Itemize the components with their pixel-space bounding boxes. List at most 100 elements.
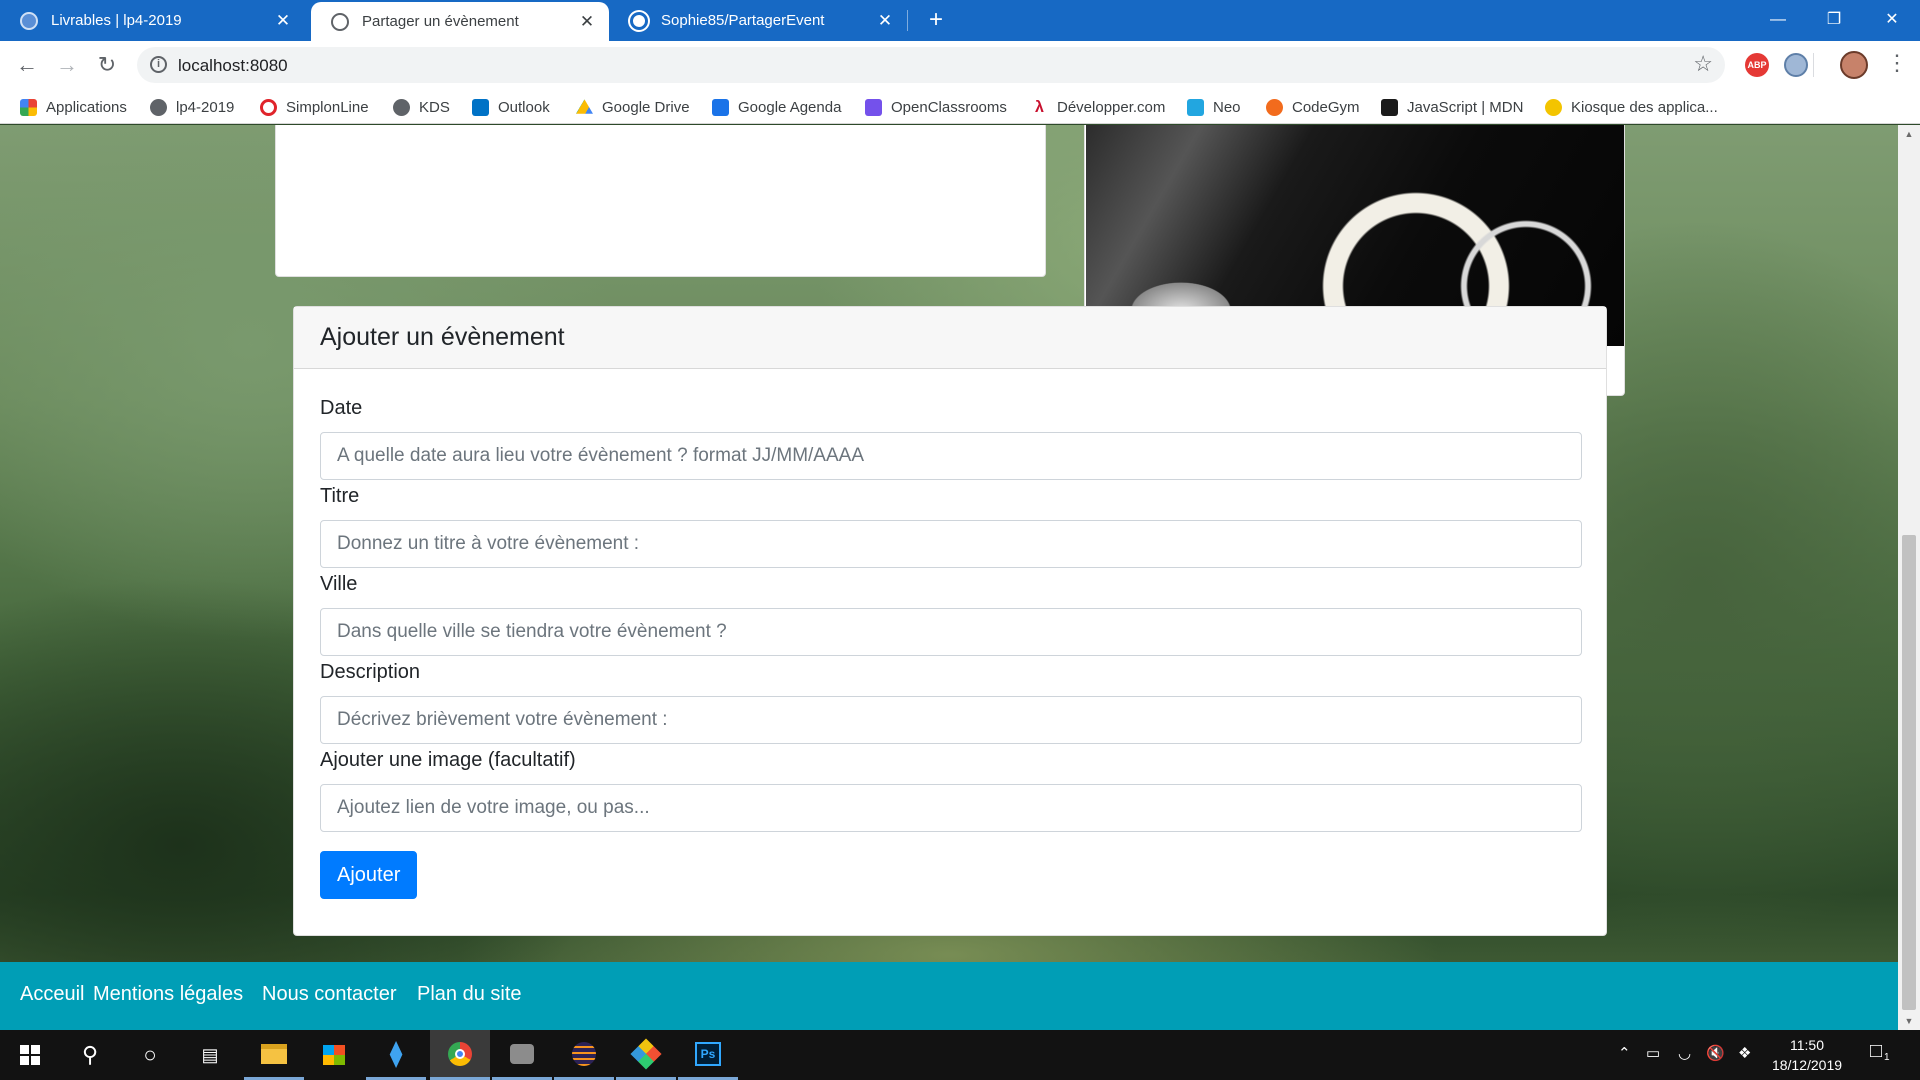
page-scrollbar[interactable]: ▲ ▼	[1898, 125, 1920, 1030]
add-event-button[interactable]: Ajouter	[320, 851, 418, 899]
bookmark-star-icon[interactable]: ☆	[1693, 51, 1713, 77]
extension-icon[interactable]	[1784, 53, 1808, 77]
forward-button[interactable]: →	[52, 50, 82, 80]
close-icon[interactable]: ✕	[875, 11, 895, 31]
git-kraken-icon[interactable]	[616, 1030, 676, 1080]
footer-link-mentions-legales[interactable]: Mentions légales	[93, 983, 243, 1006]
chrome-icon[interactable]	[430, 1030, 490, 1080]
avatar[interactable]	[1840, 51, 1868, 79]
card-title: Ajouter un évènement	[294, 307, 1606, 369]
footer-link-plan-du-site[interactable]: Plan du site	[417, 983, 522, 1006]
bookmark-kiosque[interactable]: Kiosque des applica...	[1545, 96, 1718, 118]
globe-icon	[150, 98, 167, 116]
system-clock[interactable]: 11:50 18/12/2019	[1764, 1035, 1850, 1075]
chevron-up-icon[interactable]: ⌃	[1618, 1044, 1631, 1062]
apps-grid-icon	[20, 98, 37, 116]
volume-muted-icon[interactable]: 🔇	[1706, 1044, 1725, 1062]
tab-label: Livrables | lp4-2019	[51, 12, 182, 29]
bookmark-lp4-2019[interactable]: lp4-2019	[150, 96, 234, 118]
photoshop-icon[interactable]: Ps	[678, 1030, 738, 1080]
city-input[interactable]	[320, 608, 1582, 656]
description-label: Description	[320, 661, 421, 683]
github-icon	[630, 11, 648, 30]
info-icon[interactable]: i	[150, 56, 167, 73]
tab-separator	[907, 10, 908, 31]
image-url-input[interactable]	[320, 784, 1582, 832]
scroll-up-arrow[interactable]: ▲	[1898, 125, 1920, 143]
bookmark-label: Applications	[46, 98, 127, 116]
date-input[interactable]	[320, 432, 1582, 480]
back-button[interactable]: ←	[12, 50, 42, 80]
search-icon[interactable]: ⚲	[60, 1030, 120, 1080]
date-label: Date	[320, 397, 363, 419]
address-bar[interactable]: i localhost:8080 ☆	[137, 47, 1725, 83]
kiosque-icon	[1545, 98, 1562, 116]
bookmark-applications[interactable]: Applications	[20, 96, 127, 118]
bookmark-label: Outlook	[498, 98, 550, 116]
eclipse-icon[interactable]	[554, 1030, 614, 1080]
tab-github-repo[interactable]: Sophie85/PartagerEvent ✕	[610, 0, 907, 41]
task-view-icon[interactable]: ▤	[180, 1030, 240, 1080]
bookmark-neo[interactable]: Neo	[1187, 96, 1241, 118]
toolbar-divider	[1813, 53, 1814, 77]
bookmark-label: Neo	[1213, 98, 1241, 116]
reload-button[interactable]: ↻	[92, 50, 122, 80]
battery-icon[interactable]: ▭	[1646, 1044, 1660, 1062]
bookmark-openclassrooms[interactable]: OpenClassrooms	[865, 96, 1007, 118]
new-tab-button[interactable]: +	[922, 0, 950, 41]
bookmark-label: SimplonLine	[286, 98, 369, 116]
bookmark-mdn[interactable]: JavaScript | MDN	[1381, 96, 1523, 118]
adblock-icon[interactable]: ABP	[1745, 53, 1769, 77]
bookmark-label: lp4-2019	[176, 98, 235, 116]
globe-icon	[20, 11, 38, 30]
file-explorer-icon[interactable]	[244, 1030, 304, 1080]
bookmark-google-agenda[interactable]: Google Agenda	[712, 96, 841, 118]
site-footer: Acceuil Mentions légales Nous contacter …	[0, 962, 1898, 1030]
title-label: Titre	[320, 485, 360, 507]
media-app-icon[interactable]	[492, 1030, 552, 1080]
image-label: Ajouter une image (facultatif)	[320, 749, 576, 771]
bookmarks-bar: Applications lp4-2019 SimplonLine KDS Ou…	[0, 89, 1920, 124]
codegym-icon	[1266, 98, 1283, 116]
restore-button[interactable]: ❐	[1806, 0, 1862, 41]
url-text[interactable]: localhost:8080	[178, 56, 288, 76]
windows-taskbar: ⚲ ○ ▤ ⧫ Ps ⌃ ▭ ◡ 🔇 ❖ 11:50 18/12/2019 □ 1	[0, 1030, 1920, 1080]
tab-label: Sophie85/PartagerEvent	[661, 12, 825, 29]
bookmark-label: Google Drive	[602, 98, 690, 116]
dropbox-icon[interactable]: ❖	[1738, 1044, 1751, 1062]
vscode-icon[interactable]: ⧫	[366, 1030, 426, 1080]
tab-livrables[interactable]: Livrables | lp4-2019 ✕	[0, 0, 305, 41]
browser-tab-strip: Livrables | lp4-2019 ✕ Partager un évène…	[0, 0, 1920, 41]
openclassrooms-icon	[865, 98, 882, 116]
footer-link-accueil[interactable]: Acceuil	[20, 983, 84, 1006]
scrollbar-thumb[interactable]	[1902, 535, 1916, 1010]
title-input[interactable]	[320, 520, 1582, 568]
close-icon[interactable]: ✕	[577, 12, 597, 32]
notifications-icon[interactable]: □ 1	[1870, 1040, 1890, 1063]
windows-start-icon[interactable]	[0, 1030, 60, 1080]
bookmark-kds[interactable]: KDS	[393, 96, 450, 118]
store-icon[interactable]	[304, 1030, 364, 1080]
wifi-icon[interactable]: ◡	[1678, 1044, 1691, 1062]
bookmark-simplonline[interactable]: SimplonLine	[260, 96, 369, 118]
description-input[interactable]	[320, 696, 1582, 744]
notification-count: 1	[1884, 1052, 1890, 1063]
close-icon[interactable]: ✕	[273, 11, 293, 31]
footer-link-nous-contacter[interactable]: Nous contacter	[262, 983, 397, 1006]
tab-partager-evenement[interactable]: Partager un évènement ✕	[311, 2, 609, 41]
minimize-button[interactable]: —	[1750, 0, 1806, 41]
cortana-icon[interactable]: ○	[120, 1030, 180, 1080]
bookmark-google-drive[interactable]: Google Drive	[576, 96, 690, 118]
page-viewport: Ajouter un évènement Date Titre Ville De…	[0, 125, 1898, 1030]
tab-label: Partager un évènement	[362, 13, 519, 30]
city-label: Ville	[320, 573, 358, 595]
bookmark-outlook[interactable]: Outlook	[472, 96, 550, 118]
scroll-down-arrow[interactable]: ▼	[1898, 1012, 1920, 1030]
globe-icon	[393, 98, 410, 116]
bookmark-codegym[interactable]: CodeGym	[1266, 96, 1360, 118]
browser-toolbar: ← → ↻ i localhost:8080 ☆ ABP ⋮	[0, 41, 1920, 89]
window-close-button[interactable]: ✕	[1864, 0, 1920, 41]
bookmark-developpez[interactable]: λ Développer.com	[1031, 96, 1165, 118]
more-menu-icon[interactable]: ⋮	[1886, 50, 1908, 76]
add-event-card: Ajouter un évènement Date Titre Ville De…	[293, 306, 1607, 936]
